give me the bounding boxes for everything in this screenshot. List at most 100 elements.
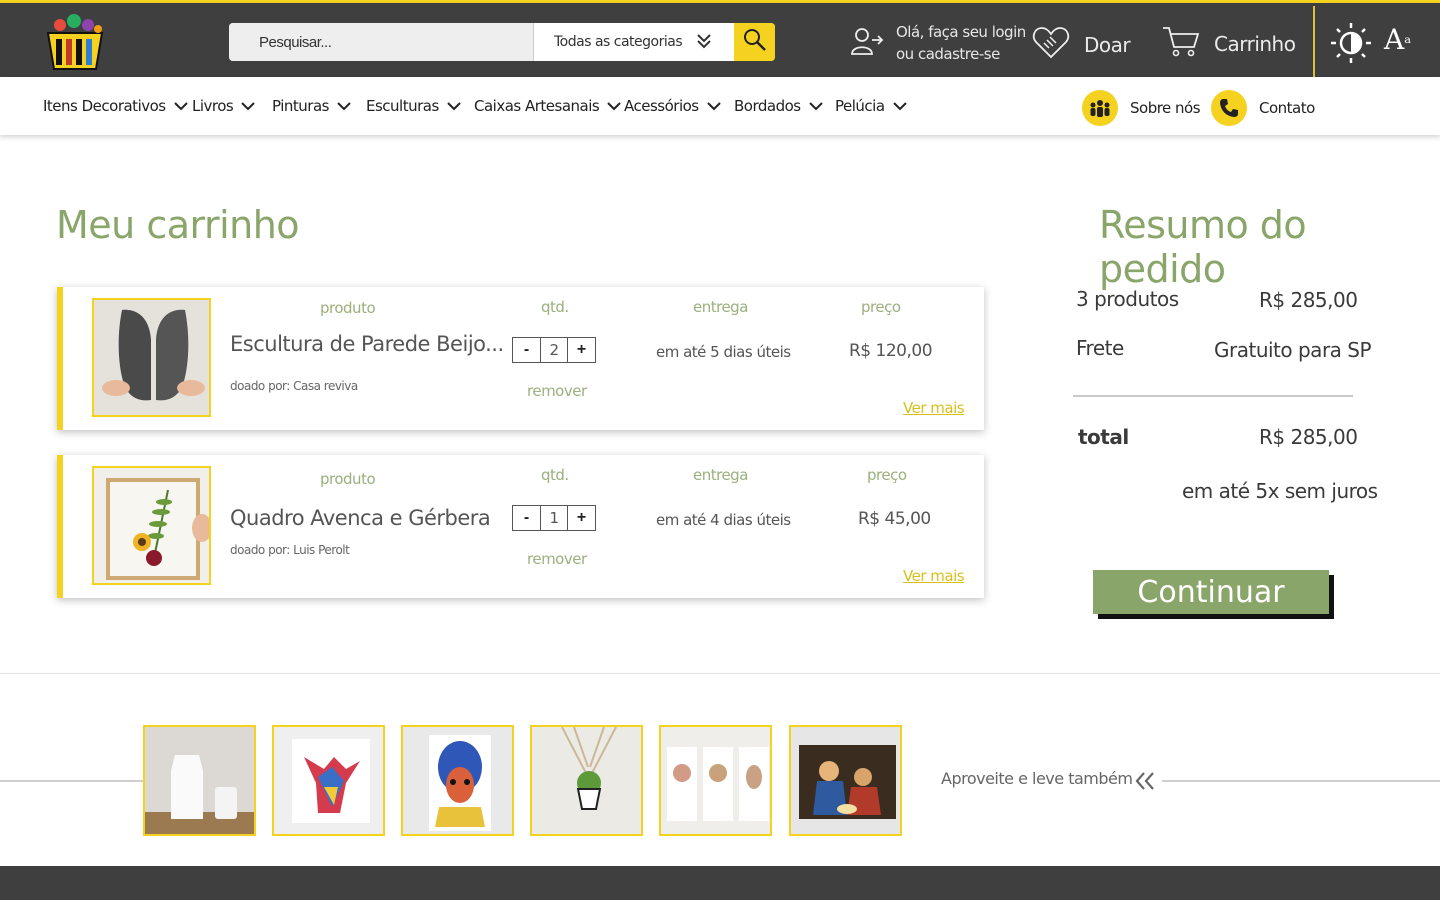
font-size-small-glyph: ᵃ bbox=[1404, 33, 1412, 54]
quantity-value: 2 bbox=[549, 341, 559, 359]
carousel-rail-right bbox=[1162, 780, 1440, 782]
cart-item-card: produto qtd. entrega preço Escultura de … bbox=[57, 287, 984, 430]
col-header-delivery: entrega bbox=[693, 298, 748, 316]
header-divider bbox=[1313, 6, 1315, 77]
font-size-icon[interactable]: Aᵃ bbox=[1384, 23, 1411, 56]
increase-qty-button[interactable]: + bbox=[567, 506, 595, 530]
chevron-down-icon bbox=[337, 97, 351, 115]
nav-item-label: Bordados bbox=[734, 97, 801, 115]
nav-item-label: Acessórios bbox=[624, 97, 699, 115]
login-line2: ou cadastre-se bbox=[896, 45, 1000, 63]
product-name[interactable]: Escultura de Parede Beijo... bbox=[230, 332, 504, 356]
about-link[interactable]: Sobre nós bbox=[1082, 90, 1201, 126]
quantity-value: 1 bbox=[549, 509, 559, 527]
handshake-heart-icon bbox=[1032, 25, 1070, 64]
double-chevron-left-icon[interactable] bbox=[1134, 770, 1156, 797]
decrease-qty-button[interactable]: - bbox=[513, 338, 541, 362]
see-more-link[interactable]: Ver mais bbox=[903, 567, 965, 585]
suggestion-item[interactable] bbox=[789, 725, 902, 836]
people-icon bbox=[1082, 90, 1118, 126]
chevron-down-icon bbox=[607, 97, 621, 115]
product-image-frame[interactable] bbox=[92, 466, 211, 585]
nav-item-label: Caixas Artesanais bbox=[474, 97, 600, 115]
summary-divider bbox=[1073, 395, 1353, 397]
footer bbox=[0, 866, 1440, 900]
suggestion-item[interactable] bbox=[530, 725, 643, 836]
nav-item-pinturas[interactable]: Pinturas bbox=[272, 97, 351, 115]
item-price: R$ 45,00 bbox=[858, 509, 931, 529]
cart-label: Carrinho bbox=[1214, 31, 1296, 56]
search-bar: Todas as categorias bbox=[229, 23, 775, 61]
nav-item-pelucia[interactable]: Pelúcia bbox=[835, 97, 907, 115]
product-donor: doado por: Casa reviva bbox=[230, 379, 358, 393]
see-more-link[interactable]: Ver mais bbox=[903, 399, 965, 417]
suggestions-title: Aproveite e leve também bbox=[941, 769, 1133, 788]
quantity-stepper: - 2 + bbox=[512, 337, 596, 363]
summary-title: Resumo do pedido bbox=[1099, 203, 1307, 291]
font-size-label: A bbox=[1384, 23, 1405, 56]
about-label: Sobre nós bbox=[1130, 99, 1201, 117]
suggestion-item[interactable] bbox=[143, 725, 256, 836]
contact-label: Contato bbox=[1259, 99, 1315, 117]
col-header-product: produto bbox=[320, 299, 376, 317]
top-header: Todas as categorias Olá, faça seu login … bbox=[0, 0, 1440, 77]
site-logo[interactable] bbox=[40, 11, 110, 71]
summary-installments: em até 5x sem juros bbox=[1182, 479, 1378, 503]
nav-item-label: Esculturas bbox=[366, 97, 439, 115]
cart-title: Meu carrinho bbox=[56, 203, 300, 247]
section-divider bbox=[0, 673, 1440, 674]
carousel-rail-left bbox=[0, 780, 143, 782]
cart-icon bbox=[1162, 25, 1200, 62]
category-nav: Itens Decorativos Livros Pinturas Escult… bbox=[0, 77, 1440, 135]
contrast-toggle-icon[interactable] bbox=[1328, 21, 1374, 70]
nav-item-caixas-artesanais[interactable]: Caixas Artesanais bbox=[474, 97, 621, 115]
col-header-qty: qtd. bbox=[541, 466, 569, 484]
product-name[interactable]: Quadro Avenca e Gérbera bbox=[230, 506, 491, 530]
suggestion-item[interactable] bbox=[401, 725, 514, 836]
donate-link[interactable]: Doar bbox=[1032, 25, 1131, 64]
chevron-down-icon bbox=[447, 97, 461, 115]
nav-item-itens-decorativos[interactable]: Itens Decorativos bbox=[43, 97, 188, 115]
search-input[interactable] bbox=[229, 23, 533, 61]
nav-item-esculturas[interactable]: Esculturas bbox=[366, 97, 461, 115]
nav-item-livros[interactable]: Livros bbox=[192, 97, 255, 115]
continue-button[interactable]: Continuar bbox=[1093, 570, 1329, 614]
increase-qty-button[interactable]: + bbox=[567, 338, 595, 362]
cart-link[interactable]: Carrinho bbox=[1162, 25, 1296, 62]
product-image-sculpture[interactable] bbox=[92, 298, 211, 417]
delivery-time: em até 5 dias úteis bbox=[656, 343, 791, 361]
search-icon bbox=[742, 27, 768, 58]
login-line1: Olá, faça seu login bbox=[896, 23, 1026, 41]
remove-item-link[interactable]: remover bbox=[527, 382, 587, 400]
login-link[interactable]: Olá, faça seu login ou cadastre-se bbox=[850, 21, 1026, 65]
item-price: R$ 120,00 bbox=[849, 341, 933, 361]
summary-products-value: R$ 285,00 bbox=[1259, 288, 1358, 312]
login-icon bbox=[850, 26, 884, 61]
delivery-time: em até 4 dias úteis bbox=[656, 511, 791, 529]
remove-item-link[interactable]: remover bbox=[527, 550, 587, 568]
cart-item-card: produto qtd. entrega preço Quadro Avenca… bbox=[57, 455, 984, 598]
suggestion-item[interactable] bbox=[272, 725, 385, 836]
summary-products-label: 3 produtos bbox=[1076, 287, 1179, 311]
summary-shipping-label: Frete bbox=[1076, 336, 1124, 360]
suggestion-item[interactable] bbox=[659, 725, 772, 836]
chevron-down-icon bbox=[892, 97, 907, 115]
search-button[interactable] bbox=[734, 23, 775, 61]
chevron-down-icon bbox=[241, 97, 255, 115]
col-header-qty: qtd. bbox=[541, 298, 569, 316]
donate-label: Doar bbox=[1084, 32, 1131, 57]
nav-item-acessorios[interactable]: Acessórios bbox=[624, 97, 721, 115]
category-select[interactable]: Todas as categorias bbox=[533, 23, 734, 61]
nav-item-label: Pelúcia bbox=[835, 97, 885, 115]
chevron-down-icon bbox=[808, 97, 823, 115]
phone-icon bbox=[1211, 90, 1247, 126]
nav-item-label: Itens Decorativos bbox=[43, 97, 166, 115]
double-chevron-down-icon bbox=[696, 32, 712, 54]
decrease-qty-button[interactable]: - bbox=[513, 506, 541, 530]
nav-item-label: Pinturas bbox=[272, 97, 329, 115]
col-header-delivery: entrega bbox=[693, 466, 748, 484]
chevron-down-icon bbox=[173, 97, 188, 115]
nav-item-bordados[interactable]: Bordados bbox=[734, 97, 823, 115]
summary-total-value: R$ 285,00 bbox=[1259, 425, 1358, 449]
contact-link[interactable]: Contato bbox=[1211, 90, 1315, 126]
